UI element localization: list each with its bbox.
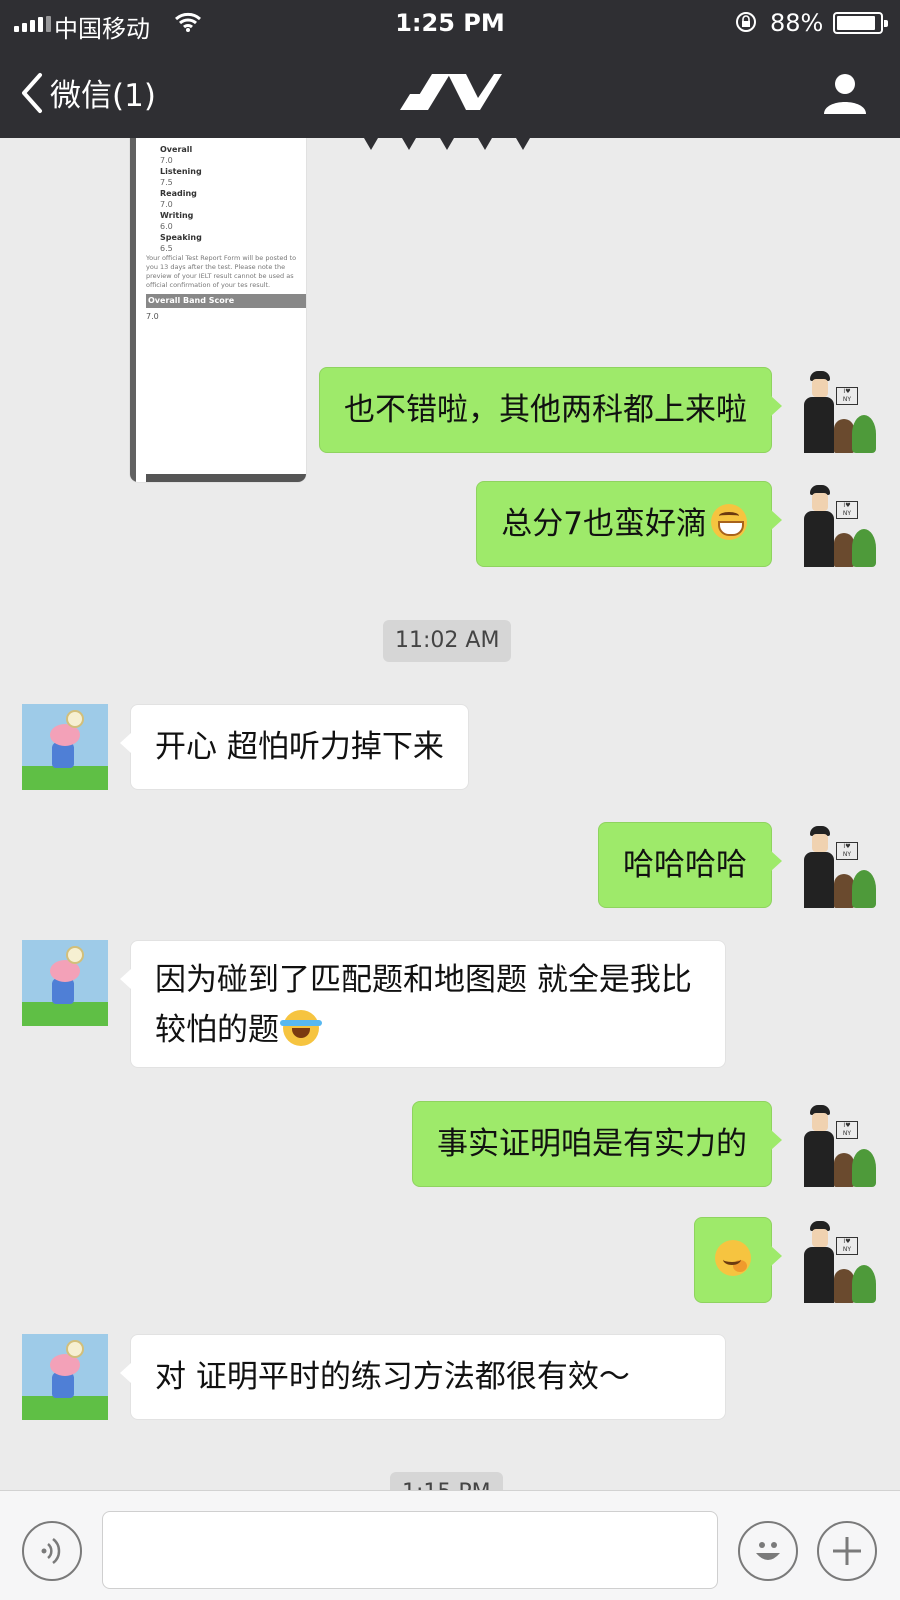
smirk-emoji-icon [715,1240,751,1276]
message-bubble-outgoing[interactable]: 总分7也蛮好滴 [476,481,782,567]
message-bubble-outgoing[interactable]: 哈哈哈哈 [598,822,782,908]
reading-label: Reading [160,189,197,198]
score-list: Overall 7.0 Listening 7.5 Reading 7.0 Wr… [160,144,202,254]
input-bar [0,1490,900,1600]
listening-label: Listening [160,167,202,176]
message-bubble-outgoing[interactable] [694,1217,782,1303]
nav-decoration [516,138,530,150]
message-text: 开心 超怕听力掉下来 [155,729,444,765]
battery-icon [833,12,888,34]
listening-value: 7.5 [160,178,173,187]
voice-button[interactable] [22,1521,82,1581]
message-input[interactable] [102,1511,718,1589]
nav-decoration [402,138,416,150]
message-text: 对 证明平时的练习方法都很有效～ [155,1359,630,1395]
message-text: 也不错啦，其他两科都上来啦 [344,392,747,428]
contact-avatar[interactable] [22,1334,108,1420]
speaking-value: 6.5 [160,244,173,253]
nav-bar: 微信(1) [0,56,900,132]
nav-decoration [364,138,378,150]
timestamp: 11:02 AM [383,620,512,662]
rotation-lock-icon [736,12,756,32]
back-button[interactable]: 微信(1) [18,70,156,115]
thumbnail-edge [130,138,136,482]
message-text: 总分7也蛮好滴 [501,506,707,542]
crying-laughing-emoji-icon [280,1010,322,1046]
band-score-header: Overall Band Score [146,294,306,308]
overall-label: Overall [160,145,193,154]
message-text: 因为碰到了匹配题和地图题 就全是我比较怕的题 [155,962,692,1048]
top-bar: 中国移动 1:25 PM 88% 微信(1) [0,0,900,138]
chevron-left-icon [22,72,42,113]
grinning-emoji-icon [711,504,747,540]
message-text: 事实证明咱是有实力的 [437,1126,747,1162]
nav-decoration [478,138,492,150]
emoji-button[interactable] [738,1521,798,1581]
contact-logo-icon [400,74,502,110]
status-time: 1:25 PM [395,9,505,37]
emoji-icon [756,1542,780,1560]
status-bar: 中国移动 1:25 PM 88% [0,0,900,46]
contact-avatar[interactable] [22,940,108,1026]
timestamp: 1:15 PM [390,1472,503,1490]
chat-area[interactable]: Overall 7.0 Listening 7.5 Reading 7.0 Wr… [0,138,900,1490]
my-avatar[interactable]: I♥ NY [796,1217,882,1303]
my-avatar[interactable]: I♥ NY [796,822,882,908]
band-score-value: 7.0 [146,312,159,321]
my-avatar[interactable]: I♥ NY [796,1101,882,1187]
voice-icon [41,1538,61,1564]
report-note: Your official Test Report Form will be p… [146,254,297,289]
thumbnail-footer [146,474,306,482]
back-label: 微信(1) [50,78,156,114]
message-bubble-outgoing[interactable]: 也不错啦，其他两科都上来啦 [319,367,782,453]
message-bubble-incoming[interactable]: 对 证明平时的练习方法都很有效～ [120,1334,726,1420]
message-bubble-outgoing[interactable]: 事实证明咱是有实力的 [412,1101,782,1187]
image-message[interactable]: Overall 7.0 Listening 7.5 Reading 7.0 Wr… [130,138,306,482]
writing-label: Writing [160,211,194,220]
message-text: 哈哈哈哈 [623,847,747,883]
more-button[interactable] [817,1521,877,1581]
contact-avatar[interactable] [22,704,108,790]
my-avatar[interactable]: I♥ NY [796,481,882,567]
my-avatar[interactable]: I♥ NY [796,367,882,453]
plus-icon [833,1537,861,1565]
nav-decoration [440,138,454,150]
speaking-label: Speaking [160,233,202,242]
battery-percent: 88% [770,9,824,37]
profile-icon[interactable] [822,72,868,114]
reading-value: 7.0 [160,200,173,209]
message-bubble-incoming[interactable]: 因为碰到了匹配题和地图题 就全是我比较怕的题 [120,940,726,1068]
overall-value: 7.0 [160,156,173,165]
writing-value: 6.0 [160,222,173,231]
message-bubble-incoming[interactable]: 开心 超怕听力掉下来 [120,704,469,790]
